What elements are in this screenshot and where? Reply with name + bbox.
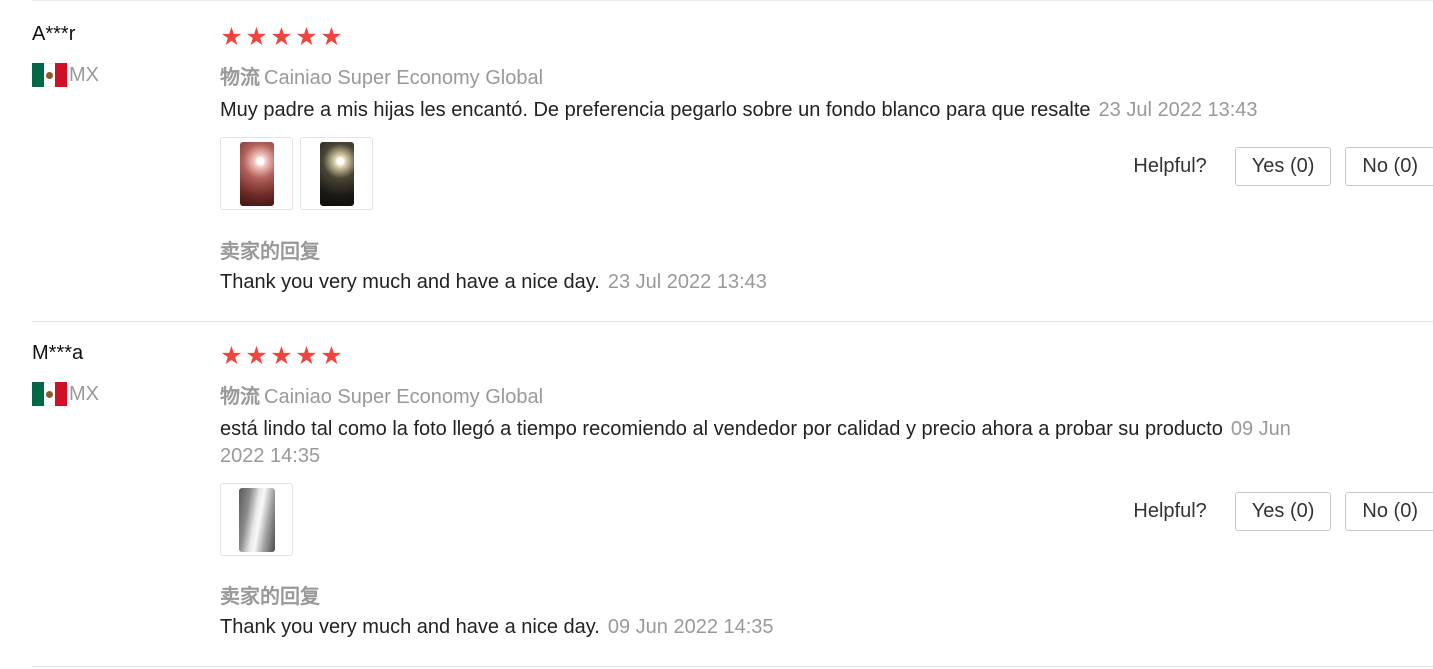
star-icon: ★ bbox=[295, 23, 318, 51]
star-icon: ★ bbox=[320, 342, 343, 370]
star-icon: ★ bbox=[270, 23, 293, 51]
helpful-label: Helpful? bbox=[1133, 155, 1207, 177]
seller-reply-date: 23 Jul 2022 13:43 bbox=[607, 271, 767, 293]
star-rating: ★ ★ ★ ★ ★ bbox=[220, 23, 343, 51]
country-code: MX bbox=[69, 63, 99, 86]
review-photo-thumbnail[interactable] bbox=[220, 483, 293, 556]
logistics-value: Cainiao Super Economy Global bbox=[264, 386, 544, 408]
reviewer-country: MX bbox=[32, 63, 99, 87]
logistics-info: 物流 Cainiao Super Economy Global bbox=[220, 61, 543, 90]
helpful-yes-button[interactable]: Yes (0) bbox=[1234, 492, 1332, 531]
seller-reply: Thank you very much and have a nice day.… bbox=[220, 271, 767, 294]
seller-reply-date: 09 Jun 2022 14:35 bbox=[607, 616, 774, 638]
mexico-flag-icon bbox=[32, 63, 68, 87]
review-item: A***r MX ★ ★ ★ ★ ★ 物流 Cainiao Super Econo… bbox=[32, 0, 1433, 322]
review-photo-thumbnail[interactable] bbox=[220, 137, 293, 210]
helpful-label: Helpful? bbox=[1133, 500, 1207, 522]
dark-rose-lamp-photo bbox=[319, 141, 354, 206]
helpful-vote: Helpful? Yes (0) No (0) bbox=[1133, 147, 1433, 186]
silver-tube-photo bbox=[238, 487, 275, 552]
star-icon: ★ bbox=[220, 23, 243, 51]
review-item: M***a MX ★ ★ ★ ★ ★ 物流 Cainiao Super Econo… bbox=[32, 320, 1433, 667]
review-text: Muy padre a mis hijas les encantó. De pr… bbox=[220, 97, 1320, 124]
logistics-info: 物流 Cainiao Super Economy Global bbox=[220, 380, 543, 409]
seller-reply-title: 卖家的回复 bbox=[220, 586, 320, 608]
seller-reply-body: Thank you very much and have a nice day. bbox=[220, 616, 600, 638]
review-photos bbox=[220, 483, 293, 556]
review-photos bbox=[220, 137, 373, 210]
reviewer-name: M***a bbox=[32, 342, 84, 364]
seller-reply: Thank you very much and have a nice day.… bbox=[220, 616, 774, 639]
country-code: MX bbox=[69, 382, 99, 405]
helpful-vote: Helpful? Yes (0) No (0) bbox=[1133, 492, 1433, 531]
helpful-yes-button[interactable]: Yes (0) bbox=[1234, 147, 1332, 186]
review-body: Muy padre a mis hijas les encantó. De pr… bbox=[220, 99, 1091, 121]
logistics-value: Cainiao Super Economy Global bbox=[264, 67, 544, 89]
logistics-label: 物流 bbox=[220, 67, 260, 89]
review-body: está lindo tal como la foto llegó a tiem… bbox=[220, 418, 1223, 440]
star-icon: ★ bbox=[245, 23, 268, 51]
mexico-flag-icon bbox=[32, 382, 68, 406]
star-icon: ★ bbox=[270, 342, 293, 370]
star-icon: ★ bbox=[245, 342, 268, 370]
review-text: está lindo tal como la foto llegó a tiem… bbox=[220, 416, 1300, 470]
logistics-label: 物流 bbox=[220, 386, 260, 408]
pink-rose-lamp-photo bbox=[239, 141, 274, 206]
review-photo-thumbnail[interactable] bbox=[300, 137, 373, 210]
star-icon: ★ bbox=[220, 342, 243, 370]
feedback-list: A***r MX ★ ★ ★ ★ ★ 物流 Cainiao Super Econo… bbox=[0, 0, 1433, 669]
seller-reply-title: 卖家的回复 bbox=[220, 241, 320, 263]
reviewer-name: A***r bbox=[32, 23, 76, 45]
star-rating: ★ ★ ★ ★ ★ bbox=[220, 342, 343, 370]
review-date: 23 Jul 2022 13:43 bbox=[1098, 99, 1258, 121]
reviewer-country: MX bbox=[32, 382, 99, 406]
star-icon: ★ bbox=[320, 23, 343, 51]
helpful-no-button[interactable]: No (0) bbox=[1345, 492, 1433, 531]
helpful-no-button[interactable]: No (0) bbox=[1345, 147, 1433, 186]
star-icon: ★ bbox=[295, 342, 318, 370]
seller-reply-body: Thank you very much and have a nice day. bbox=[220, 271, 600, 293]
